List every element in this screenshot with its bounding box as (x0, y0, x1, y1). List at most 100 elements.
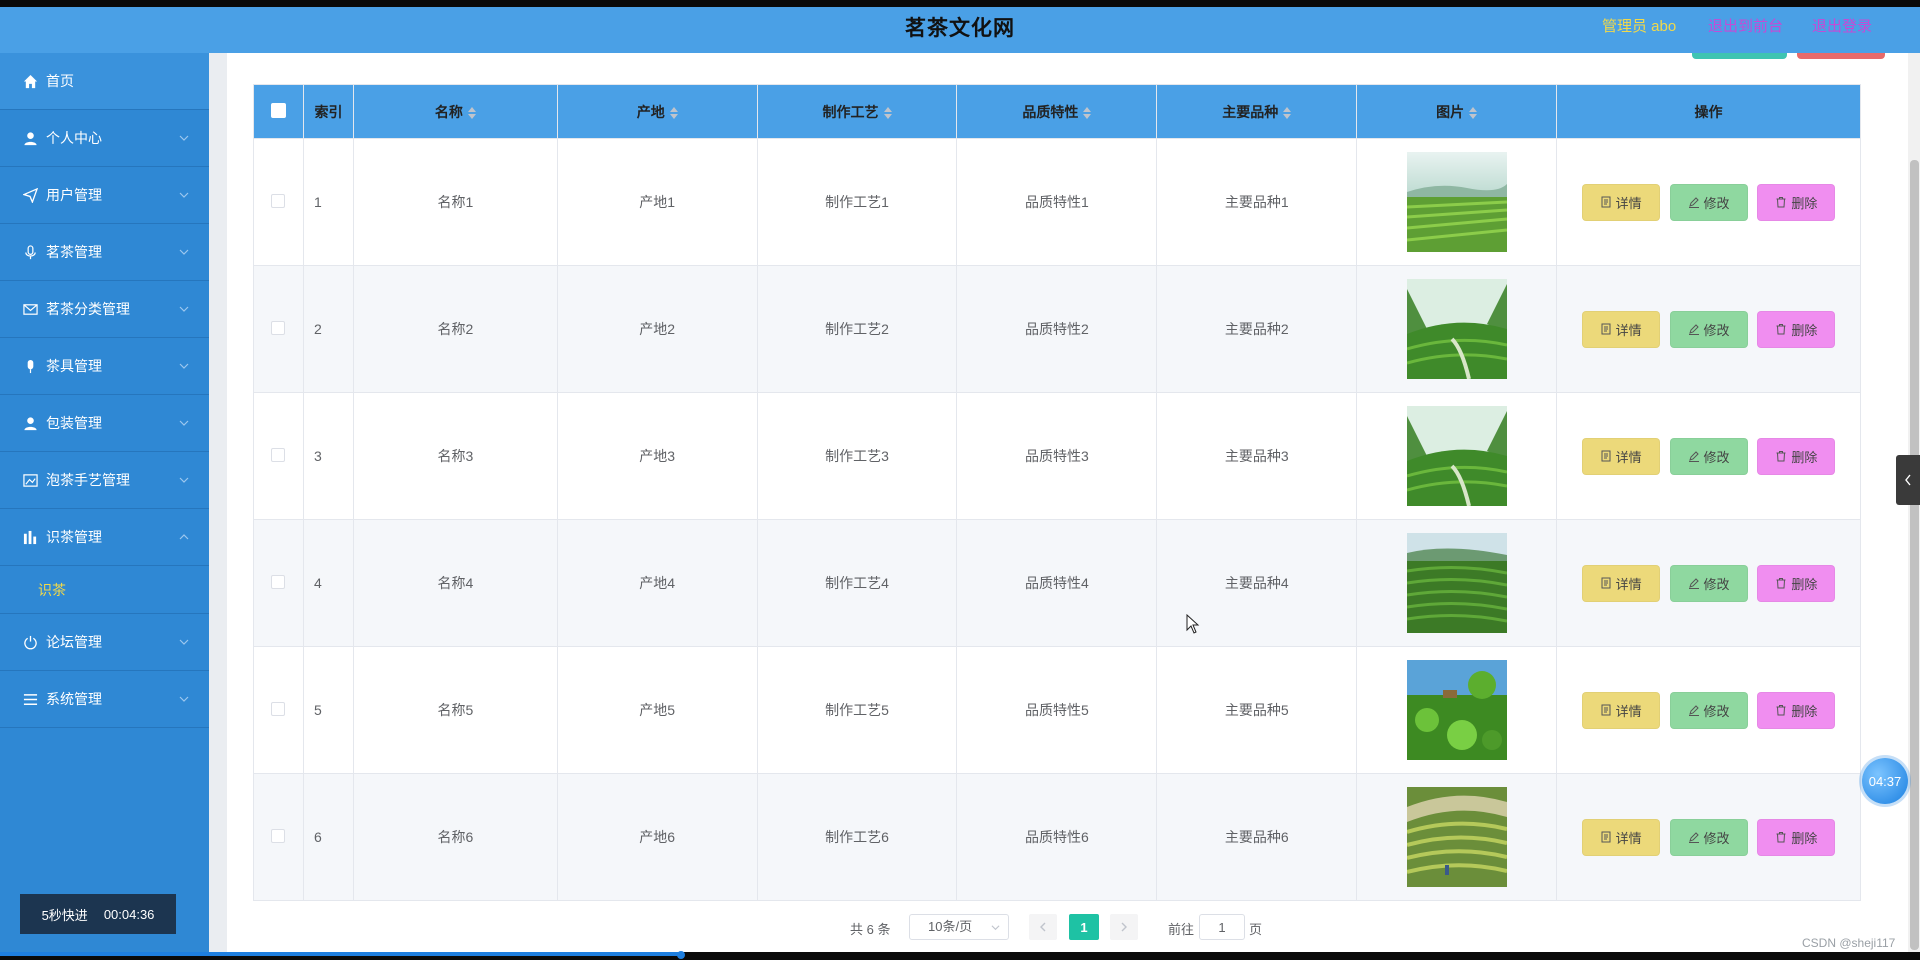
page-size-select[interactable]: 10条/页 (909, 914, 1009, 940)
row-checkbox[interactable] (271, 574, 286, 589)
sort-caret-icon[interactable] (1469, 106, 1478, 119)
sidebar-item-user-management[interactable]: 用户管理 (0, 167, 209, 224)
cell-craft: 制作工艺1 (756, 138, 958, 266)
collapse-panel-tab[interactable] (1896, 455, 1920, 505)
row-select-cell[interactable] (253, 773, 304, 901)
select-all-checkbox[interactable] (270, 102, 286, 118)
tea-field-thumbnail[interactable] (1406, 660, 1507, 760)
column-header-craft[interactable]: 制作工艺 (756, 84, 958, 139)
select-all-cell[interactable] (253, 84, 304, 139)
mic-icon (22, 358, 38, 374)
chevron-down-icon (179, 477, 189, 483)
column-header-name[interactable]: 名称 (352, 84, 558, 139)
recording-timer[interactable]: 04:37 (1862, 758, 1908, 804)
detail-button[interactable]: 详情 (1581, 310, 1660, 348)
cell-variety: 主要品种1 (1156, 138, 1358, 266)
row-checkbox[interactable] (271, 701, 286, 716)
sidebar-item-forum[interactable]: 论坛管理 (0, 614, 209, 671)
detail-button[interactable]: 详情 (1581, 564, 1660, 602)
sort-caret-icon[interactable] (1083, 106, 1092, 119)
row-select-cell[interactable] (253, 392, 304, 520)
delete-button[interactable]: 删除 (1757, 310, 1836, 348)
trash-icon (1776, 451, 1786, 462)
delete-button[interactable]: 删除 (1757, 183, 1836, 221)
sidebar-item-tea-category[interactable]: 茗茶分类管理 (0, 281, 209, 338)
next-page-button[interactable] (1110, 914, 1138, 940)
chevron-down-icon (179, 192, 189, 198)
sort-caret-icon[interactable] (1283, 106, 1292, 119)
chevron-down-icon (179, 363, 189, 369)
sidebar-item-label: 首页 (46, 73, 74, 89)
detail-button-label: 详情 (1615, 322, 1642, 338)
cell-origin: 产地5 (556, 646, 758, 774)
prev-page-button[interactable] (1029, 914, 1057, 940)
sort-caret-icon[interactable] (669, 106, 678, 119)
detail-button[interactable]: 详情 (1581, 818, 1660, 856)
sidebar-subitem-tea-recognition[interactable]: 识茶 (0, 566, 209, 614)
delete-button-label: 删除 (1791, 703, 1818, 719)
sidebar-item-brewing-craft[interactable]: 泡茶手艺管理 (0, 452, 209, 509)
tea-field-thumbnail[interactable] (1406, 406, 1507, 506)
back-to-front-link[interactable]: 退出到前台 (1708, 15, 1783, 36)
row-checkbox[interactable] (271, 193, 286, 208)
delete-button[interactable]: 删除 (1757, 691, 1836, 729)
chevron-down-icon (179, 135, 189, 141)
document-icon (1601, 831, 1611, 843)
tea-field-thumbnail[interactable] (1406, 787, 1507, 887)
row-select-cell[interactable] (253, 138, 304, 266)
edit-button[interactable]: 修改 (1669, 818, 1748, 856)
column-header-quality[interactable]: 品质特性 (956, 84, 1158, 139)
detail-button[interactable]: 详情 (1581, 183, 1660, 221)
edit-button[interactable]: 修改 (1669, 183, 1748, 221)
trash-icon (1776, 832, 1786, 843)
edit-button[interactable]: 修改 (1669, 437, 1748, 475)
sidebar-item-system[interactable]: 系统管理 (0, 671, 209, 728)
delete-button[interactable]: 删除 (1757, 437, 1836, 475)
goto-page-input[interactable] (1199, 914, 1245, 940)
chevron-down-icon (179, 306, 189, 312)
logout-link[interactable]: 退出登录 (1812, 15, 1872, 36)
sidebar-item-label: 识茶管理 (46, 529, 102, 545)
video-progress-bar[interactable] (0, 952, 682, 956)
sidebar-item-packaging[interactable]: 包装管理 (0, 395, 209, 452)
page-number-current[interactable]: 1 (1069, 914, 1099, 940)
add-button[interactable] (1692, 53, 1787, 59)
scrollbar-thumb[interactable] (1910, 160, 1919, 950)
chevron-left-icon (1905, 474, 1911, 486)
edit-button[interactable]: 修改 (1669, 691, 1748, 729)
edit-button-label: 修改 (1703, 576, 1730, 592)
sidebar-item-tea-recognition[interactable]: 识茶管理 (0, 509, 209, 566)
sort-caret-icon[interactable] (883, 106, 892, 119)
row-select-cell[interactable] (253, 646, 304, 774)
cell-craft: 制作工艺3 (756, 392, 958, 520)
microphone-icon (22, 244, 38, 260)
sidebar-item-teaware[interactable]: 茶具管理 (0, 338, 209, 395)
cell-quality: 品质特性6 (956, 773, 1158, 901)
row-select-cell[interactable] (253, 265, 304, 393)
row-checkbox[interactable] (271, 320, 286, 335)
detail-button[interactable]: 详情 (1581, 691, 1660, 729)
video-progress-handle[interactable] (677, 951, 685, 959)
column-header-origin[interactable]: 产地 (556, 84, 758, 139)
delete-button[interactable]: 删除 (1757, 564, 1836, 602)
edit-button[interactable]: 修改 (1669, 564, 1748, 602)
sidebar-item-home[interactable]: 首页 (0, 53, 209, 110)
row-checkbox[interactable] (271, 828, 286, 843)
sort-caret-icon[interactable] (467, 106, 476, 119)
edit-button[interactable]: 修改 (1669, 310, 1748, 348)
tea-field-thumbnail[interactable] (1406, 533, 1507, 633)
row-select-cell[interactable] (253, 519, 304, 647)
tea-field-thumbnail[interactable] (1406, 152, 1507, 252)
detail-button[interactable]: 详情 (1581, 437, 1660, 475)
tea-field-thumbnail[interactable] (1406, 279, 1507, 379)
batch-delete-button[interactable] (1797, 53, 1885, 59)
edit-button-label: 修改 (1703, 195, 1730, 211)
column-header-image[interactable]: 图片 (1356, 84, 1558, 139)
cell-actions: 详情 修改 删除 (1556, 646, 1861, 774)
sidebar-item-tea-management[interactable]: 茗茶管理 (0, 224, 209, 281)
delete-button[interactable]: 删除 (1757, 818, 1836, 856)
sidebar-item-personal-center[interactable]: 个人中心 (0, 110, 209, 167)
row-checkbox[interactable] (271, 447, 286, 462)
column-header-variety[interactable]: 主要品种 (1156, 84, 1358, 139)
chevron-left-icon (1040, 922, 1046, 932)
